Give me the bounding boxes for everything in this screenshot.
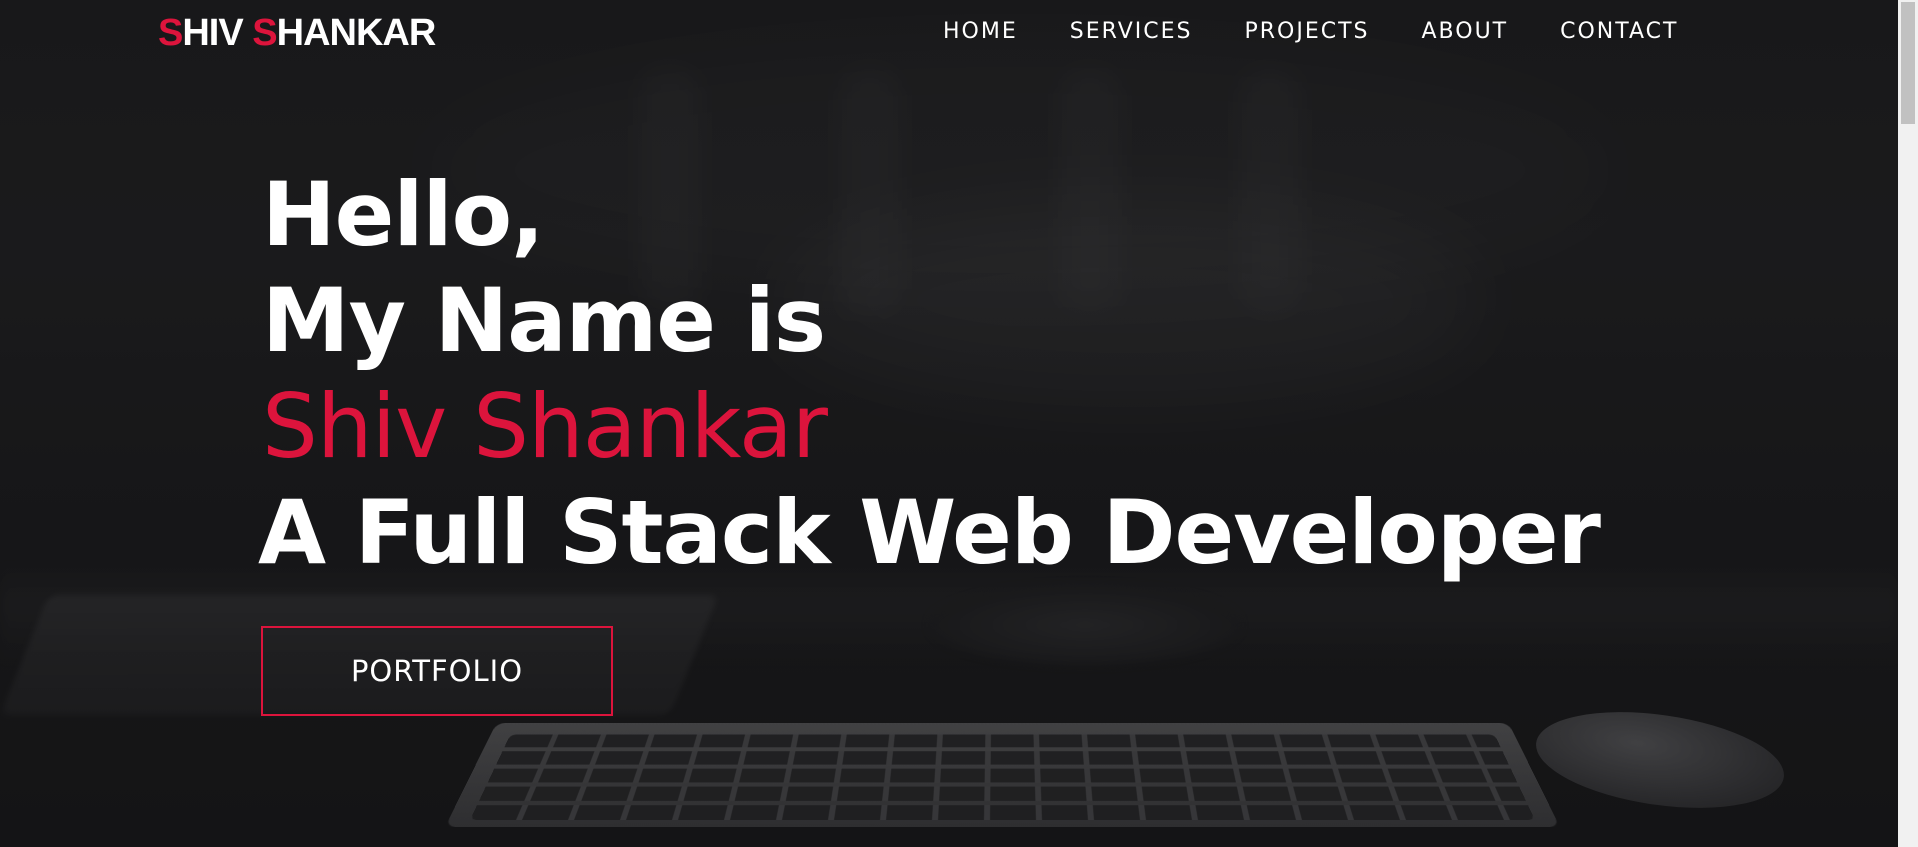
page-scrollbar[interactable] bbox=[1898, 0, 1918, 847]
scrollbar-thumb[interactable] bbox=[1901, 2, 1915, 124]
hero-role: A Full Stack Web Developer bbox=[258, 481, 1601, 584]
hero-greeting: Hello, bbox=[262, 163, 545, 266]
logo-text-first: HIV bbox=[182, 12, 253, 54]
nav-projects-link[interactable]: PROJECTS bbox=[1244, 19, 1369, 44]
nav-services-link[interactable]: SERVICES bbox=[1070, 19, 1193, 44]
hero-section: Hello, My Name is Shiv Shankar A Full St… bbox=[258, 162, 1601, 586]
nav-about-link[interactable]: ABOUT bbox=[1422, 19, 1509, 44]
portfolio-button[interactable]: PORTFOLIO bbox=[261, 626, 613, 716]
nav-home-link[interactable]: HOME bbox=[943, 19, 1018, 44]
logo-text-last: HANKAR bbox=[276, 12, 437, 54]
nav-contact-link[interactable]: CONTACT bbox=[1560, 19, 1678, 44]
logo-initial-first: S bbox=[158, 12, 183, 54]
navbar: SHIV SHANKAR HOME SERVICES PROJECTS ABOU… bbox=[0, 0, 1898, 66]
hero-name: Shiv Shankar bbox=[262, 375, 828, 478]
brand-logo[interactable]: SHIV SHANKAR bbox=[158, 12, 437, 55]
main-menu: HOME SERVICES PROJECTS ABOUT CONTACT bbox=[943, 19, 1730, 44]
logo-initial-last: S bbox=[252, 12, 277, 54]
hero-intro: My Name is bbox=[262, 269, 826, 372]
